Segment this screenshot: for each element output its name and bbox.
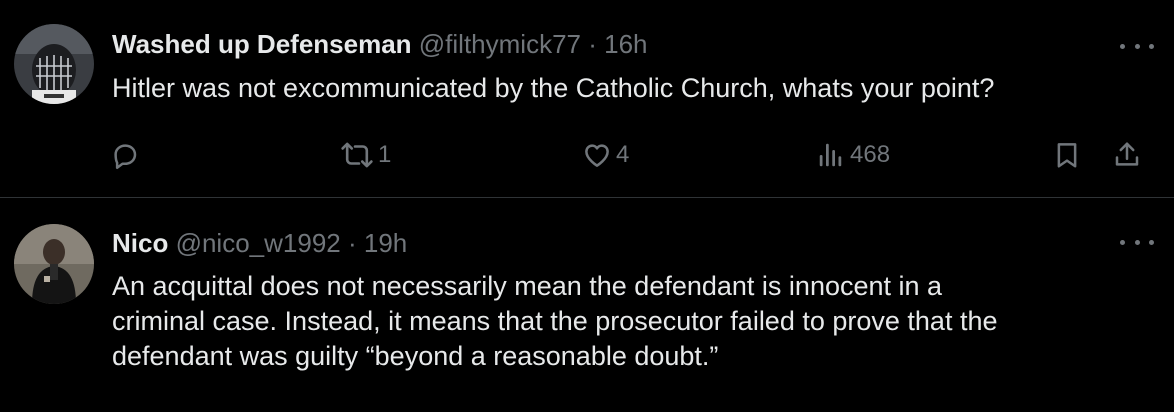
display-name[interactable]: Nico — [112, 228, 168, 258]
repost-button[interactable]: 1 — [340, 135, 391, 175]
tweet-header: Nico @nico_w1992 · 19h — [112, 227, 407, 259]
views-icon — [816, 140, 846, 170]
share-icon — [1112, 140, 1142, 170]
user-handle[interactable]: @filthymick77 — [419, 29, 581, 59]
bookmark-button[interactable] — [1052, 135, 1082, 175]
tweet-header: Washed up Defenseman @filthymick77 · 16h — [112, 28, 648, 60]
tweet-text-line: An acquittal does not necessarily mean t… — [112, 271, 943, 301]
action-bar: 1 4 468 — [0, 135, 1174, 175]
avatar[interactable] — [14, 24, 94, 104]
reply-button[interactable] — [110, 135, 140, 175]
avatar[interactable] — [14, 224, 94, 304]
timestamp[interactable]: 19h — [364, 228, 407, 258]
share-button[interactable] — [1112, 135, 1142, 175]
display-name[interactable]: Washed up Defenseman — [112, 29, 412, 59]
like-count: 4 — [616, 141, 630, 168]
separator-dot: · — [347, 228, 357, 258]
more-icon[interactable] — [1120, 232, 1154, 252]
reply-icon — [110, 140, 140, 170]
tweet-text: Hitler was not excommunicated by the Cat… — [112, 71, 994, 106]
views-button[interactable]: 468 — [816, 135, 890, 175]
bookmark-icon — [1052, 140, 1082, 170]
tweet[interactable]: Nico @nico_w1992 · 19h An acquittal does… — [0, 198, 1174, 412]
separator-dot: · — [588, 29, 597, 59]
tweet-text-line: criminal case. Instead, it means that th… — [112, 306, 998, 336]
view-count: 468 — [850, 141, 891, 168]
tweet-text-line: Hitler was not excommunicated by the Cat… — [112, 73, 995, 103]
tweet-text-line: defendant was guilty “beyond a reasonabl… — [112, 341, 719, 371]
tweet[interactable]: Washed up Defenseman @filthymick77 · 16h… — [0, 0, 1174, 197]
timestamp[interactable]: 16h — [604, 29, 647, 59]
user-handle[interactable]: @nico_w1992 — [176, 228, 341, 258]
more-icon[interactable] — [1120, 36, 1154, 56]
tweet-text: An acquittal does not necessarily mean t… — [112, 269, 997, 374]
heart-icon — [582, 140, 612, 170]
repost-icon — [340, 140, 374, 170]
repost-count: 1 — [378, 141, 392, 168]
like-button[interactable]: 4 — [582, 135, 629, 175]
